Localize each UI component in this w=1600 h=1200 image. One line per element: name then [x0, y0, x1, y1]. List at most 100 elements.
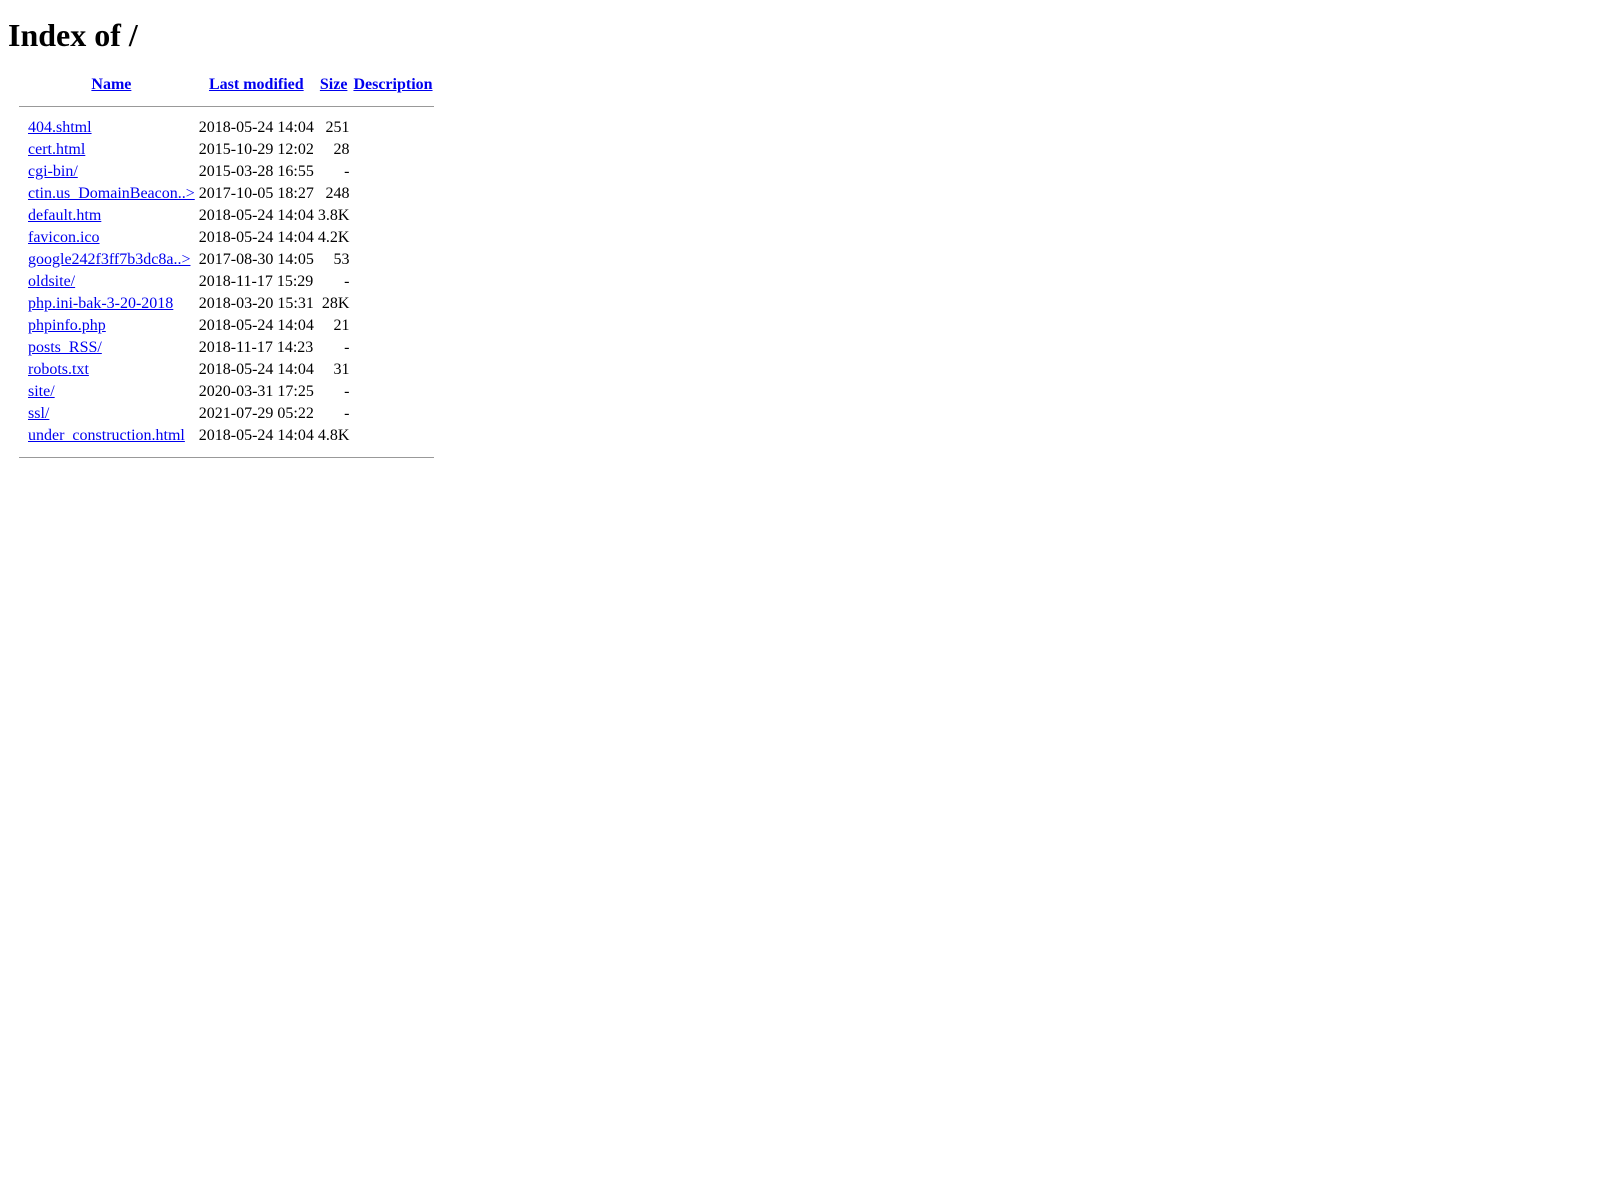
top-separator-row [19, 97, 434, 116]
description-cell [352, 228, 433, 248]
header-last-modified: Last modified [198, 75, 315, 95]
table-row: oldsite/2018-11-17 15:29 - [19, 272, 434, 292]
name-cell: cgi-bin/ [27, 162, 196, 182]
description-cell [352, 338, 433, 358]
name-cell: oldsite/ [27, 272, 196, 292]
size-cell: 4.8K [317, 427, 350, 444]
sort-by-size-link[interactable]: Size [320, 76, 348, 93]
modified-cell: 2018-05-24 14:04 [198, 229, 314, 246]
size-cell: 28 [333, 141, 350, 158]
name-cell: google242f3ff7b3dc8a..> [27, 250, 196, 270]
description-cell [352, 360, 433, 380]
name-cell: phpinfo.php [27, 316, 196, 336]
file-icon-cell [19, 206, 25, 226]
file-link[interactable]: oldsite/ [28, 273, 75, 290]
file-link[interactable]: site/ [28, 383, 55, 400]
description-cell [352, 250, 433, 270]
size-cell: 3.8K [317, 207, 350, 224]
table-row: ssl/2021-07-29 05:22 - [19, 404, 434, 424]
table-row: google242f3ff7b3dc8a..> 2017-08-30 14:05 5… [19, 250, 434, 270]
file-icon-cell [19, 162, 25, 182]
table-row: 404.shtml 2018-05-24 14:04 251 [19, 118, 434, 138]
modified-cell: 2018-05-24 14:04 [198, 207, 314, 224]
description-cell [352, 426, 433, 446]
name-cell: site/ [27, 382, 196, 402]
file-link[interactable]: google242f3ff7b3dc8a..> [28, 251, 190, 268]
file-link[interactable]: cert.html [28, 141, 85, 158]
modified-cell: 2018-05-24 14:04 [198, 361, 314, 378]
file-link[interactable]: ssl/ [28, 405, 49, 422]
modified-cell: 2021-07-29 05:22 [198, 405, 314, 422]
file-icon-cell [19, 118, 25, 138]
name-cell: 404.shtml [27, 118, 196, 138]
page-title: Index of / [8, 17, 138, 53]
file-link[interactable]: php.ini-bak-3-20-2018 [28, 295, 173, 312]
file-icon-cell [19, 250, 25, 270]
size-cell: - [344, 383, 350, 400]
file-icon-cell [19, 316, 25, 336]
modified-cell: 2018-05-24 14:04 [198, 119, 314, 136]
size-cell: 251 [325, 119, 350, 136]
table-row: phpinfo.php 2018-05-24 14:04 21 [19, 316, 434, 336]
file-link[interactable]: 404.shtml [28, 119, 92, 136]
file-link[interactable]: under_construction.html [28, 427, 185, 444]
description-cell [352, 272, 433, 292]
sort-by-name-link[interactable]: Name [91, 76, 131, 93]
file-link[interactable]: robots.txt [28, 361, 89, 378]
file-link[interactable]: favicon.ico [28, 229, 100, 246]
directory-listing-table: Name Last modified Size Description 404.… [17, 73, 436, 469]
file-link[interactable]: posts_RSS/ [28, 339, 102, 356]
modified-cell: 2018-11-17 15:29 [198, 273, 314, 290]
bottom-separator-row [19, 448, 434, 467]
file-icon-cell [19, 184, 25, 204]
description-cell [352, 382, 433, 402]
name-cell: default.htm [27, 206, 196, 226]
file-link[interactable]: cgi-bin/ [28, 163, 78, 180]
file-link[interactable]: phpinfo.php [28, 317, 106, 334]
size-cell: 248 [325, 185, 350, 202]
size-cell: 31 [333, 361, 350, 378]
table-row: favicon.ico 2018-05-24 14:04 4.2K [19, 228, 434, 248]
header-name: Name [27, 75, 196, 95]
size-cell: - [344, 405, 350, 422]
description-cell [352, 294, 433, 314]
header-description: Description [352, 75, 433, 95]
size-cell: 4.2K [317, 229, 350, 246]
name-cell: robots.txt [27, 360, 196, 380]
sort-by-description-link[interactable]: Description [353, 76, 432, 93]
modified-cell: 2017-10-05 18:27 [198, 185, 314, 202]
table-row: robots.txt 2018-05-24 14:04 31 [19, 360, 434, 380]
size-cell: 28K [321, 295, 350, 312]
file-link[interactable]: ctin.us_DomainBeacon..> [28, 185, 195, 202]
file-icon-cell [19, 360, 25, 380]
description-cell [352, 118, 433, 138]
page: Index of / Name Last modified Size Descr… [0, 0, 1600, 477]
table-row: ctin.us_DomainBeacon..> 2017-10-05 18:27 2… [19, 184, 434, 204]
sort-by-last-modified-link[interactable]: Last modified [209, 76, 304, 93]
file-icon-cell [19, 140, 25, 160]
top-divider [19, 106, 434, 107]
modified-cell: 2015-10-29 12:02 [198, 141, 314, 158]
modified-cell: 2018-11-17 14:23 [198, 339, 314, 356]
modified-cell: 2020-03-31 17:25 [198, 383, 314, 400]
file-icon-cell [19, 294, 25, 314]
header-icon-column [19, 75, 25, 95]
description-cell [352, 184, 433, 204]
description-cell [352, 162, 433, 182]
table-header-row: Name Last modified Size Description [19, 75, 434, 95]
modified-cell: 2018-05-24 14:04 [198, 317, 314, 334]
file-icon-cell [19, 404, 25, 424]
description-cell [352, 404, 433, 424]
description-cell [352, 316, 433, 336]
file-link[interactable]: default.htm [28, 207, 101, 224]
header-size: Size [317, 75, 351, 95]
modified-cell: 2018-05-24 14:04 [198, 427, 314, 444]
size-cell: 53 [333, 251, 350, 268]
name-cell: under_construction.html [27, 426, 196, 446]
name-cell: cert.html [27, 140, 196, 160]
size-cell: - [344, 163, 350, 180]
size-cell: 21 [333, 317, 350, 334]
table-row: posts_RSS/2018-11-17 14:23 - [19, 338, 434, 358]
modified-cell: 2018-03-20 15:31 [198, 295, 314, 312]
table-row: cgi-bin/2015-03-28 16:55 - [19, 162, 434, 182]
